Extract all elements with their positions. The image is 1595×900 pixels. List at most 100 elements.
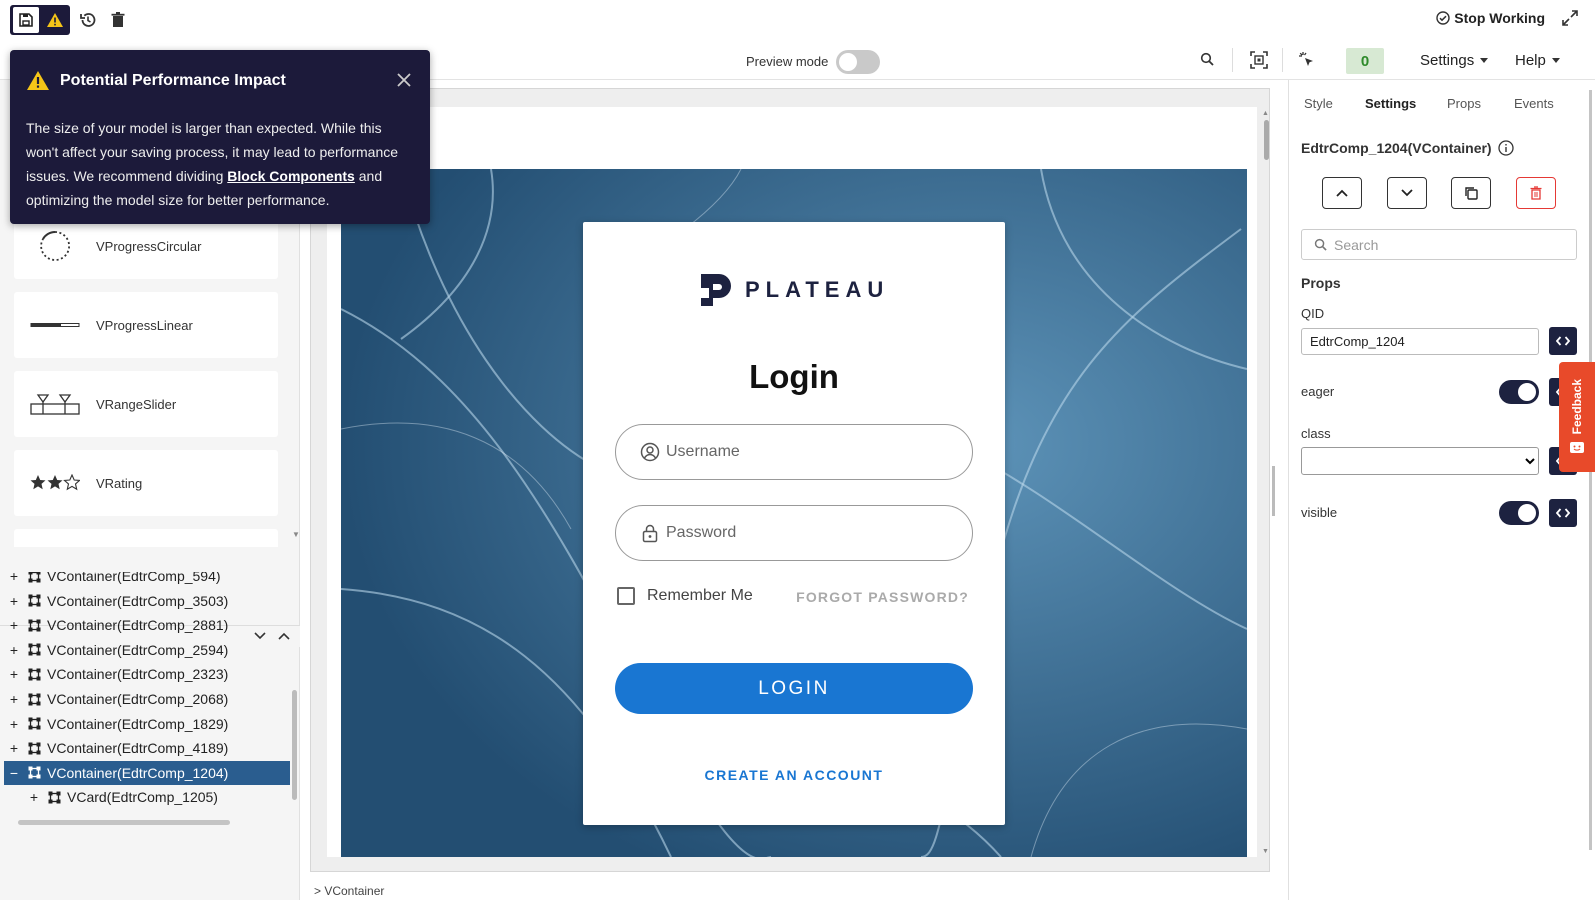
forgot-password-link[interactable]: FORGOT PASSWORD? — [796, 589, 969, 605]
save-button[interactable] — [13, 7, 39, 33]
tree-expander[interactable]: + — [4, 642, 24, 658]
component-tree: + VContainer(EdtrComp_594) + VContainer(Edt… — [4, 572, 290, 812]
component-node-icon — [28, 643, 40, 656]
props-search-field[interactable] — [1301, 229, 1577, 260]
fullscreen-button[interactable] — [1561, 9, 1579, 27]
select-mode-button[interactable] — [1298, 51, 1316, 69]
tree-row-label: VContainer(EdtrComp_2881) — [47, 617, 229, 634]
feedback-smiley-icon — [1570, 441, 1584, 453]
help-menu[interactable]: Help — [1515, 52, 1560, 69]
qid-label: QID — [1301, 306, 1325, 321]
password-input[interactable] — [666, 524, 946, 542]
qid-code-button[interactable] — [1549, 327, 1577, 355]
tree-row[interactable]: + VContainer(EdtrComp_1829) — [4, 712, 290, 736]
tree-expander[interactable]: + — [4, 691, 24, 707]
search-button[interactable] — [1200, 52, 1214, 66]
component-card-rating[interactable]: VRating — [14, 450, 278, 516]
delete-component-button[interactable] — [1516, 177, 1556, 209]
trash-icon — [1530, 186, 1542, 200]
warning-button[interactable] — [42, 7, 68, 33]
duplicate-button[interactable] — [1451, 177, 1491, 209]
toggle-knob — [1518, 383, 1536, 401]
checkbox-box[interactable] — [617, 587, 635, 605]
visible-toggle[interactable] — [1499, 501, 1539, 525]
login-button[interactable]: LOGIN — [615, 663, 973, 714]
component-node-icon — [28, 572, 40, 582]
login-card: PLATEAU Login Remember Me FORGOT PASSWOR… — [583, 222, 1005, 825]
tree-expander[interactable]: − — [4, 765, 24, 781]
info-icon[interactable] — [1497, 140, 1514, 156]
chevron-down-icon — [1480, 58, 1489, 63]
tree-row-label: VContainer(EdtrComp_2323) — [47, 666, 229, 683]
class-select[interactable] — [1301, 447, 1539, 475]
change-counter-badge: 0 — [1346, 48, 1384, 74]
tree-expander[interactable]: + — [4, 617, 24, 633]
history-button[interactable] — [74, 6, 102, 34]
tab-settings[interactable]: Settings — [1365, 96, 1416, 111]
preview-mode-toggle[interactable] — [836, 50, 880, 74]
close-icon[interactable] — [396, 72, 412, 88]
create-account-link[interactable]: CREATE AN ACCOUNT — [583, 767, 1005, 783]
tree-expander[interactable]: + — [4, 716, 24, 732]
component-card-label: VProgressLinear — [96, 317, 193, 333]
component-card-range-slider[interactable]: VRangeSlider — [14, 371, 278, 437]
horizontal-scrollbar[interactable] — [18, 820, 230, 825]
stop-working-button[interactable]: Stop Working — [1436, 10, 1545, 26]
username-input[interactable] — [666, 443, 946, 461]
tree-expander[interactable]: + — [24, 789, 44, 805]
panel-resize-handle[interactable] — [1272, 466, 1275, 516]
component-card-progress-linear[interactable]: VProgressLinear — [14, 292, 278, 358]
props-search-input[interactable] — [1334, 236, 1554, 253]
tree-expander[interactable]: + — [4, 740, 24, 756]
visible-code-button[interactable] — [1549, 499, 1577, 527]
move-up-button[interactable] — [1322, 177, 1362, 209]
code-icon — [1556, 336, 1570, 346]
scroll-arrow-down-icon[interactable]: ▼ — [1262, 848, 1269, 855]
tree-expander[interactable]: + — [4, 593, 24, 609]
toolbar-divider — [1232, 48, 1233, 72]
stop-working-label: Stop Working — [1454, 10, 1545, 26]
tree-row[interactable]: + VContainer(EdtrComp_2068) — [4, 687, 290, 711]
tree-expander[interactable]: + — [4, 666, 24, 682]
tree-row[interactable]: + VContainer(EdtrComp_2594) — [4, 638, 290, 662]
tab-events[interactable]: Events — [1514, 96, 1554, 111]
feedback-tab[interactable]: Feedback — [1559, 362, 1595, 472]
tree-row[interactable]: + VContainer(EdtrComp_594) — [4, 572, 290, 588]
tree-expander[interactable]: + — [4, 572, 24, 584]
pointer-click-icon — [1299, 52, 1313, 66]
password-field[interactable] — [615, 505, 973, 561]
qid-input[interactable] — [1301, 328, 1539, 355]
scroll-arrow-down-icon[interactable]: ▼ — [292, 530, 300, 539]
breadcrumb[interactable]: > VContainer — [314, 884, 384, 898]
history-icon — [80, 13, 96, 27]
eager-toggle[interactable] — [1499, 380, 1539, 404]
scroll-arrow-up-icon[interactable]: ▲ — [1262, 110, 1269, 117]
canvas-scrollbar[interactable] — [1264, 120, 1269, 160]
tree-row[interactable]: + VContainer(EdtrComp_2881) — [4, 613, 290, 637]
tree-row[interactable]: + VCard(EdtrComp_1205) — [4, 785, 290, 809]
search-icon — [1200, 52, 1214, 66]
settings-menu[interactable]: Settings — [1420, 52, 1489, 69]
tree-row[interactable]: + VContainer(EdtrComp_4189) — [4, 736, 290, 760]
tree-row[interactable]: + VContainer(EdtrComp_3503) — [4, 589, 290, 613]
component-card-label: VProgressCircular — [96, 238, 202, 254]
tree-row-label: VContainer(EdtrComp_594) — [47, 572, 221, 584]
tree-scrollbar[interactable] — [292, 690, 297, 800]
tree-row[interactable]: − VContainer(EdtrComp_1204) — [4, 760, 290, 785]
tab-props[interactable]: Props — [1447, 96, 1481, 111]
tree-row-label: VContainer(EdtrComp_4189) — [47, 740, 229, 757]
tree-row[interactable]: + VContainer(EdtrComp_2323) — [4, 662, 290, 686]
inspect-button[interactable] — [1250, 51, 1268, 69]
tree-row-label: VContainer(EdtrComp_2594) — [47, 641, 229, 658]
top-bar: Stop Working — [0, 0, 1595, 40]
remember-me-checkbox[interactable]: Remember Me — [617, 587, 753, 605]
eager-label: eager — [1301, 384, 1335, 399]
delete-button[interactable] — [104, 6, 132, 34]
move-down-button[interactable] — [1387, 177, 1427, 209]
block-components-link[interactable]: Block Components — [227, 168, 355, 184]
username-field[interactable] — [615, 424, 973, 480]
tab-style[interactable]: Style — [1304, 96, 1333, 111]
tree-row-label: VContainer(EdtrComp_1829) — [47, 715, 229, 732]
visible-label: visible — [1301, 505, 1338, 520]
selected-component-title: EdtrComp_1204(VContainer) — [1301, 140, 1514, 156]
